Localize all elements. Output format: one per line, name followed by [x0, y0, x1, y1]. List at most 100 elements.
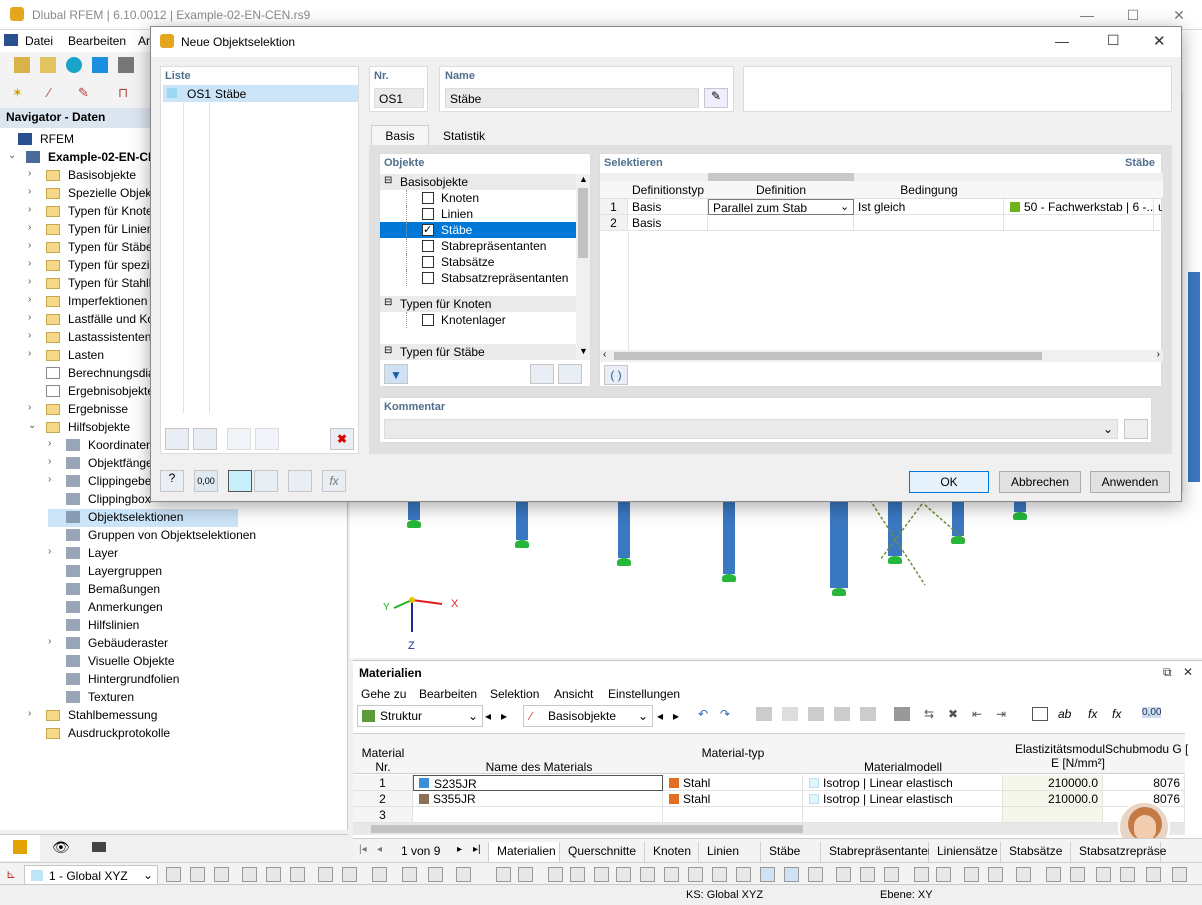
row-value[interactable] [1004, 215, 1154, 231]
toolbar-icon[interactable] [496, 867, 511, 882]
nav-sub-item-9[interactable]: Anmerkungen [48, 599, 238, 617]
toolbar-icon[interactable] [1096, 867, 1111, 882]
tab-statistik[interactable]: Statistik [433, 127, 495, 145]
prev-page-icon[interactable]: ◂ [377, 844, 382, 855]
undock-icon[interactable]: ⧉ [1163, 665, 1172, 680]
toolbar-icon[interactable] [964, 867, 979, 882]
mat-tab-0[interactable]: Materialien [488, 842, 560, 862]
toolbar-icon[interactable] [616, 867, 631, 882]
checkbox[interactable] [422, 240, 434, 252]
chevron-right-icon[interactable]: › [28, 312, 31, 323]
delete-list-item-button[interactable]: ✖ [330, 428, 354, 450]
mat-tab-3[interactable]: Linien [699, 842, 761, 862]
chevron-right-icon[interactable]: › [28, 168, 31, 179]
decimal-button[interactable]: 0,00 [194, 470, 218, 492]
toolbar-icon[interactable] [342, 867, 357, 882]
toolbar-icon[interactable] [1016, 867, 1031, 882]
chevron-right-icon[interactable]: ⌄ [28, 420, 36, 431]
object-group[interactable]: ⊟ Typen für Knoten [380, 296, 576, 312]
nav-sub-item-6[interactable]: › Layer [48, 545, 238, 563]
color-button[interactable] [228, 470, 252, 492]
print-icon[interactable] [118, 57, 134, 73]
collapse-icon[interactable]: ⊟ [384, 345, 392, 356]
prev-icon[interactable]: ◂ [657, 709, 663, 723]
select-all-button[interactable] [530, 364, 554, 384]
fx-icon[interactable]: fx [1088, 707, 1097, 721]
checkbox[interactable] [422, 272, 434, 284]
mat-cell-nr[interactable]: 1 [353, 775, 413, 791]
mat-cell-nr[interactable]: 2 [353, 791, 413, 807]
row-nr[interactable]: 1 [600, 199, 628, 215]
chevron-right-icon[interactable]: › [48, 438, 51, 449]
mat-tab-7[interactable]: Stabsätze [1001, 842, 1071, 862]
toolbar-icon[interactable] [712, 867, 727, 882]
node-tool-icon[interactable]: ✶ [12, 85, 28, 101]
chevron-right-icon[interactable]: › [28, 708, 31, 719]
object-item[interactable]: Stabsätze [380, 254, 576, 270]
mat-cell-name[interactable]: S355JR [413, 791, 663, 807]
toolbar-icon[interactable] [640, 867, 655, 882]
open-icon[interactable] [40, 57, 56, 73]
dialog-minimize-icon[interactable]: — [1055, 33, 1069, 49]
objects-scrollbar[interactable]: ▲ ▼ [576, 174, 590, 360]
new-icon[interactable] [14, 57, 30, 73]
filter-icon[interactable]: ▼ [384, 364, 408, 384]
mat-menu-gehe[interactable]: Gehe zu [361, 687, 406, 701]
cloud-icon[interactable] [66, 57, 82, 73]
toolbar-icon[interactable] [836, 867, 851, 882]
mat-menu-bearbeiten[interactable]: Bearbeiten [419, 687, 477, 701]
copy-icon[interactable] [834, 707, 850, 721]
mat-cell-e[interactable]: 210000.0 [1003, 791, 1103, 807]
toolbar-icon[interactable] [570, 867, 585, 882]
mat-tab-8[interactable]: Stabsatzrepräse [1071, 842, 1166, 862]
toolbar-icon[interactable] [760, 867, 775, 882]
toolbar-icon[interactable] [688, 867, 703, 882]
window-icon[interactable] [1032, 707, 1048, 721]
import-icon[interactable]: ⇤ [972, 707, 982, 721]
toolbar-icon[interactable] [166, 867, 181, 882]
toolbar-icon[interactable] [318, 867, 333, 882]
toolbar-icon[interactable] [594, 867, 609, 882]
toolbar-icon[interactable] [402, 867, 417, 882]
toolbar-icon[interactable] [860, 867, 875, 882]
tab-data-icon[interactable] [0, 835, 40, 861]
toolbar-icon[interactable] [1070, 867, 1085, 882]
checkbox[interactable] [422, 256, 434, 268]
select-h-scrollbar[interactable]: ‹ › [600, 349, 1163, 362]
mat-tab-2[interactable]: Knoten [645, 842, 699, 862]
nr-field[interactable]: OS1 [374, 88, 424, 108]
toolbar-icon[interactable] [884, 867, 899, 882]
line-tool-icon[interactable]: ∕ [48, 85, 64, 101]
chevron-right-icon[interactable]: › [28, 330, 31, 341]
invert-selection-button[interactable] [558, 364, 582, 384]
row-type[interactable]: Basis [628, 215, 708, 231]
toolbar-icon[interactable] [190, 867, 205, 882]
toolbar-icon[interactable] [548, 867, 563, 882]
horizontal-scrollbar[interactable] [353, 823, 1185, 835]
mat-cell-model[interactable]: Isotrop | Linear elastisch [803, 791, 1003, 807]
table-icon[interactable] [756, 707, 772, 721]
menu-ar[interactable]: Ar [138, 34, 150, 48]
toolbar-icon[interactable] [736, 867, 751, 882]
export-icon[interactable]: ⇥ [996, 707, 1006, 721]
mat-cell-g[interactable]: 8076 [1103, 775, 1185, 791]
object-group[interactable]: ⊟ Typen für Stäbe [380, 344, 576, 360]
nav-sub-item-10[interactable]: Hilfslinien [48, 617, 238, 635]
apply-button[interactable]: Anwenden [1090, 471, 1170, 493]
last-page-icon[interactable]: ▸| [473, 844, 481, 855]
struktur-combo[interactable]: Struktur ⌄ [357, 705, 483, 727]
mat-menu-selektion[interactable]: Selektion [490, 687, 539, 701]
nav-sub-item-7[interactable]: Layergruppen [48, 563, 238, 581]
nav-sub-item-8[interactable]: Bemaßungen [48, 581, 238, 599]
chevron-right-icon[interactable]: ⌄ [8, 150, 16, 161]
toolbar-icon[interactable] [988, 867, 1003, 882]
delete-icon[interactable] [894, 707, 910, 721]
add-icon[interactable] [808, 707, 824, 721]
toolbar-icon[interactable] [1172, 867, 1187, 882]
row-extra[interactable]: u [1154, 199, 1163, 215]
collapse-icon[interactable]: ⊟ [384, 297, 392, 308]
formula-button[interactable]: fx [322, 470, 346, 492]
new-list-item-button[interactable] [165, 428, 189, 450]
uncheck-all-button[interactable] [255, 428, 279, 450]
member-tool-icon[interactable]: ✎ [78, 85, 94, 101]
